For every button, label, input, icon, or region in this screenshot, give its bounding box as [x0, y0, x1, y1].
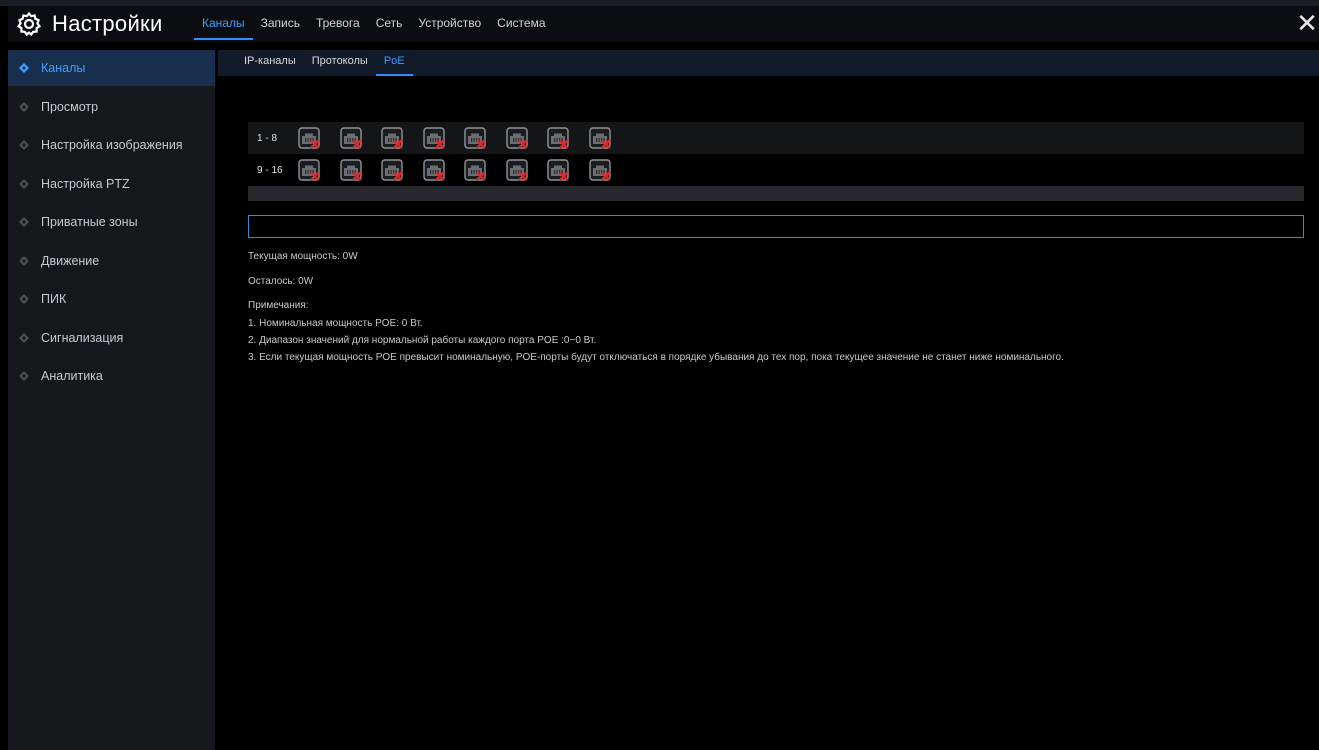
- gear-icon: [16, 11, 42, 37]
- diamond-bullet-icon: [19, 294, 29, 304]
- poe-port[interactable]: [464, 127, 486, 149]
- poe-port[interactable]: [339, 159, 362, 181]
- poe-port[interactable]: [298, 127, 320, 149]
- note-line: 2. Диапазон значений для нормальной рабо…: [248, 335, 597, 346]
- ethernet-port-disconnected-icon: [464, 127, 486, 149]
- page-title: Настройки: [52, 11, 163, 36]
- tab-ip-channels[interactable]: IP-каналы: [236, 50, 304, 76]
- poe-row: 1 - 8: [248, 122, 1304, 154]
- sidebar-item-label: Аналитика: [41, 369, 103, 383]
- current-power-text: Текущая мощность: 0W: [248, 251, 358, 262]
- sidebar-item-label: Движение: [41, 253, 100, 268]
- poe-port[interactable]: [547, 159, 569, 181]
- ethernet-port-disconnected-icon: [422, 159, 445, 181]
- sidebar-item-ptz[interactable]: Настройка PTZ: [8, 166, 215, 202]
- sidebar-item-privacy-zones[interactable]: Приватные зоны: [8, 204, 215, 240]
- note-line: 3. Если текущая мощность POE превысит но…: [248, 352, 1064, 363]
- sidebar-item-label: Сигнализация: [41, 330, 124, 345]
- tab-poe[interactable]: PoE: [375, 50, 413, 76]
- poe-port[interactable]: [422, 159, 445, 181]
- poe-port[interactable]: [588, 127, 611, 149]
- ethernet-port-disconnected-icon: [505, 127, 528, 149]
- poe-port[interactable]: [505, 127, 528, 149]
- poe-row-label: 9 - 16: [257, 164, 283, 176]
- ethernet-port-disconnected-icon: [298, 159, 320, 181]
- main-tabs: Каналы Запись Тревога Сеть Устройство Си…: [194, 6, 554, 42]
- poe-text-field[interactable]: [248, 215, 1304, 238]
- sidebar: Каналы Просмотр Настройка изображения На…: [8, 50, 215, 750]
- diamond-bullet-icon: [19, 332, 29, 343]
- sidebar-item-motion[interactable]: Движение: [8, 243, 215, 279]
- sidebar-item-label: Просмотр: [41, 99, 99, 114]
- sidebar-item-image-settings[interactable]: Настройка изображения: [8, 127, 215, 163]
- ethernet-port-disconnected-icon: [588, 127, 611, 149]
- sidebar-item-label: Приватные зоны: [41, 215, 138, 229]
- diamond-bullet-icon: [19, 178, 29, 189]
- poe-port[interactable]: [464, 159, 486, 181]
- sidebar-item-alarm[interactable]: Сигнализация: [8, 320, 215, 356]
- sidebar-item-label: Каналы: [41, 61, 86, 75]
- tab-record[interactable]: Запись: [253, 6, 308, 42]
- ethernet-port-disconnected-icon: [464, 159, 486, 181]
- diamond-bullet-icon: [19, 63, 29, 73]
- poe-row: 9 - 16: [248, 154, 1304, 186]
- ethernet-port-disconnected-icon: [422, 127, 445, 149]
- sidebar-item-label: ПИК: [41, 292, 67, 306]
- close-icon: ✕: [1296, 8, 1318, 38]
- note-line: 1. Номинальная мощность POE: 0 Вт.: [248, 318, 423, 329]
- tab-channels[interactable]: Каналы: [194, 6, 253, 42]
- ethernet-port-disconnected-icon: [547, 127, 569, 149]
- ethernet-port-disconnected-icon: [547, 159, 569, 181]
- poe-port[interactable]: [381, 159, 403, 181]
- sidebar-item-label: Настройка PTZ: [41, 176, 130, 191]
- poe-port[interactable]: [339, 127, 362, 149]
- poe-port[interactable]: [381, 127, 403, 149]
- ethernet-port-disconnected-icon: [298, 127, 320, 149]
- ethernet-port-disconnected-icon: [381, 159, 403, 181]
- app-title: Настройки: [16, 8, 163, 40]
- ethernet-port-disconnected-icon: [339, 159, 362, 181]
- poe-port[interactable]: [505, 159, 528, 181]
- sidebar-item-analytics[interactable]: Аналитика: [8, 358, 215, 394]
- sidebar-item-pir[interactable]: ПИК: [8, 281, 215, 317]
- poe-port-grid: 1 - 8 9 - 16: [248, 122, 1304, 201]
- ethernet-port-disconnected-icon: [505, 159, 528, 181]
- poe-port[interactable]: [422, 127, 445, 149]
- top-bar: Настройки Каналы Запись Тревога Сеть Уст…: [8, 6, 1319, 42]
- poe-row-label: 1 - 8: [257, 132, 278, 144]
- notes-title: Примечания:: [248, 300, 309, 311]
- close-button[interactable]: ✕: [1295, 10, 1319, 38]
- poe-port[interactable]: [547, 127, 569, 149]
- poe-port[interactable]: [298, 159, 320, 181]
- remaining-power-text: Осталось: 0W: [248, 276, 314, 287]
- tab-system[interactable]: Система: [489, 6, 553, 42]
- sidebar-item-label: Настройка изображения: [41, 138, 183, 152]
- tab-protocols[interactable]: Протоколы: [304, 50, 376, 76]
- tab-network[interactable]: Сеть: [368, 6, 411, 42]
- poe-port[interactable]: [588, 159, 611, 181]
- sidebar-item-preview[interactable]: Просмотр: [8, 89, 215, 125]
- tab-alarm[interactable]: Тревога: [308, 6, 368, 42]
- ethernet-port-disconnected-icon: [588, 159, 611, 181]
- sub-tabs: IP-каналы Протоколы PoE: [218, 50, 1319, 76]
- ethernet-port-disconnected-icon: [381, 127, 403, 149]
- sidebar-item-channels[interactable]: Каналы: [8, 50, 215, 86]
- diamond-bullet-icon: [19, 371, 29, 381]
- diamond-bullet-icon: [19, 255, 29, 266]
- poe-row-empty: [248, 186, 1304, 201]
- tab-device[interactable]: Устройство: [410, 6, 489, 42]
- diamond-bullet-icon: [19, 101, 29, 112]
- ethernet-port-disconnected-icon: [339, 127, 362, 149]
- diamond-bullet-icon: [19, 217, 29, 227]
- diamond-bullet-icon: [19, 140, 29, 150]
